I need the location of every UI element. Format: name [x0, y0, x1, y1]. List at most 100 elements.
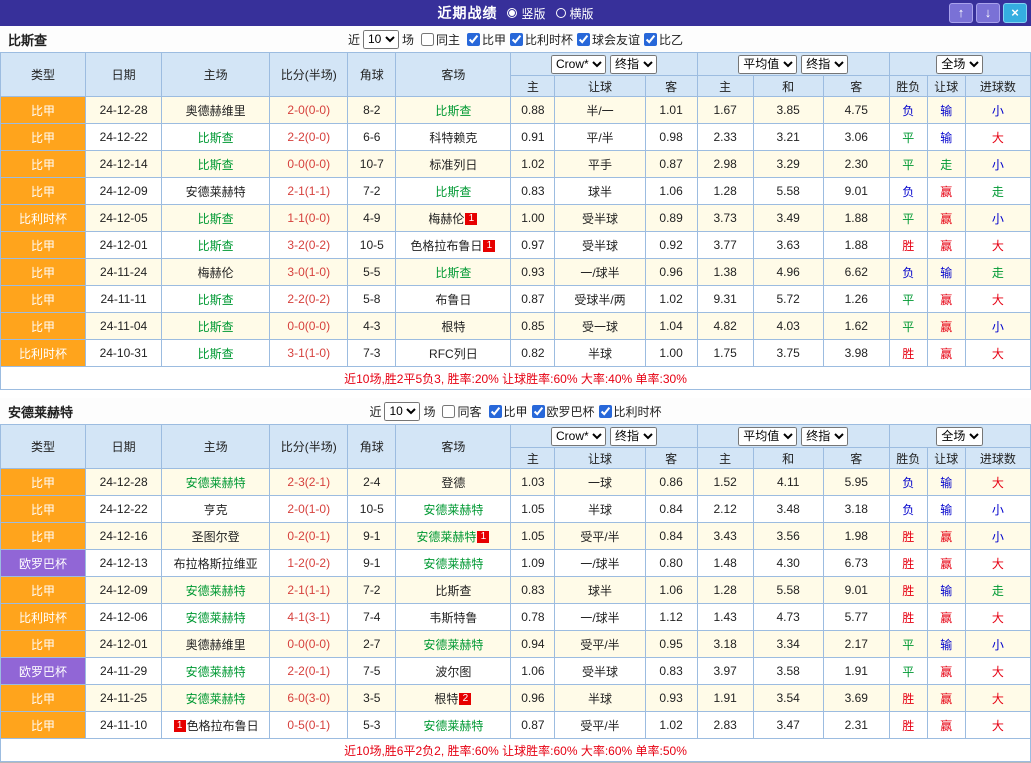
scroll-up-button[interactable]: ↑ [949, 3, 973, 23]
league-filter[interactable]: 比甲 [463, 31, 506, 48]
match-row: 比利时杯24-10-31比斯查3-1(1-0)7-3RFC列日0.82半球1.0… [1, 340, 1031, 367]
same-venue-filter[interactable]: 同客 [438, 403, 481, 420]
odds-source-select[interactable]: Crow* [551, 427, 606, 446]
match-date-cell: 24-12-22 [86, 124, 162, 151]
close-button[interactable]: × [1003, 3, 1027, 23]
result-outcome-cell: 胜 [889, 685, 927, 712]
scroll-down-button[interactable]: ↓ [976, 3, 1000, 23]
avg-draw-cell: 3.29 [753, 151, 823, 178]
corner-cell: 10-5 [348, 496, 396, 523]
team-name: 比斯查 [198, 320, 234, 334]
league-filter[interactable]: 欧罗巴杯 [528, 403, 595, 420]
score-cell: 3-1(1-0) [270, 340, 348, 367]
odds-home-cell: 0.93 [511, 259, 555, 286]
home-team-cell: 奥德赫维里 [162, 631, 270, 658]
match-row: 比甲24-12-16圣图尔登0-2(0-1)9-1安德莱赫特11.05受平/半0… [1, 523, 1031, 550]
avg-away-cell: 9.01 [823, 577, 889, 604]
home-team-cell: 安德莱赫特 [162, 658, 270, 685]
league-checkbox[interactable] [510, 33, 523, 46]
odds-source-select[interactable]: Crow* [551, 55, 606, 74]
team-section: 比斯查 近 10 场 同主 比甲比利时杯球会友谊比乙 类型 [0, 26, 1031, 390]
home-team-cell: 奥德赫维里 [162, 97, 270, 124]
avg-draw-cell: 3.85 [753, 97, 823, 124]
home-team-cell: 比斯查 [162, 340, 270, 367]
avg-away-cell: 5.77 [823, 604, 889, 631]
result-goals-cell: 大 [965, 550, 1030, 577]
result-handicap-cell: 输 [927, 496, 965, 523]
match-row: 比甲24-11-04比斯查0-0(0-0)4-3根特0.85受一球1.044.8… [1, 313, 1031, 340]
match-date-cell: 24-12-05 [86, 205, 162, 232]
corner-cell: 9-1 [348, 523, 396, 550]
team-name: 布拉格斯拉维亚 [174, 557, 258, 571]
league-checkbox[interactable] [644, 33, 657, 46]
avg-final-select[interactable]: 终指 [801, 427, 848, 446]
scope-select[interactable]: 全场 [936, 427, 983, 446]
team-name: 梅赫伦 [428, 212, 464, 226]
result-goals-cell: 小 [965, 523, 1030, 550]
avg-home-cell: 2.33 [697, 124, 753, 151]
result-handicap-cell: 赢 [927, 550, 965, 577]
match-type-cell: 欧罗巴杯 [1, 658, 86, 685]
away-team-cell: 布鲁日 [396, 286, 511, 313]
result-handicap-cell: 赢 [927, 205, 965, 232]
avg-final-select[interactable]: 终指 [801, 55, 848, 74]
match-row: 比甲24-11-11比斯查2-2(0-2)5-8布鲁日0.87受球半/两1.02… [1, 286, 1031, 313]
match-row: 比甲24-12-09安德莱赫特2-1(1-1)7-2比斯查0.83球半1.061… [1, 577, 1031, 604]
team-name: 比斯查 [435, 584, 471, 598]
match-count-select[interactable]: 10 [363, 30, 399, 49]
avg-draw-cell: 4.03 [753, 313, 823, 340]
team-name: RFC列日 [429, 347, 478, 361]
match-date-cell: 24-12-01 [86, 232, 162, 259]
league-checkbox[interactable] [489, 405, 502, 418]
league-filter[interactable]: 比利时杯 [506, 31, 573, 48]
avg-draw-cell: 3.49 [753, 205, 823, 232]
team-name: 安德莱赫特 [423, 503, 483, 517]
titlebar-buttons: ↑ ↓ × [949, 3, 1031, 23]
league-filter[interactable]: 比甲 [485, 403, 528, 420]
avg-away-cell: 2.17 [823, 631, 889, 658]
odds-final-select[interactable]: 终指 [610, 427, 657, 446]
sub-header-odds-away: 客 [645, 76, 697, 97]
match-row: 比甲24-12-28安德莱赫特2-3(2-1)2-4登德1.03一球0.861.… [1, 469, 1031, 496]
same-venue-label: 同客 [457, 403, 481, 420]
summary-stats: 近10场,胜2平5负3, 胜率:20% 让球胜率:60% 大率:40% 单率:3… [1, 367, 1031, 390]
result-handicap-cell: 赢 [927, 340, 965, 367]
league-checkbox[interactable] [467, 33, 480, 46]
scope-select[interactable]: 全场 [936, 55, 983, 74]
league-checkbox[interactable] [599, 405, 612, 418]
odds-home-cell: 0.82 [511, 340, 555, 367]
avg-source-select[interactable]: 平均值 [738, 55, 797, 74]
team-name: 登德 [441, 476, 465, 490]
match-date-cell: 24-11-11 [86, 286, 162, 313]
result-handicap-cell: 赢 [927, 313, 965, 340]
layout-horizontal-radio[interactable]: 横版 [556, 5, 594, 22]
same-venue-checkbox[interactable] [442, 405, 455, 418]
league-filter[interactable]: 比利时杯 [595, 403, 662, 420]
same-venue-checkbox[interactable] [421, 33, 434, 46]
score-cell: 3-2(0-2) [270, 232, 348, 259]
layout-vertical-radio[interactable]: 竖版 [507, 5, 545, 22]
avg-source-select[interactable]: 平均值 [738, 427, 797, 446]
odds-final-select[interactable]: 终指 [610, 55, 657, 74]
sub-header-avg-home: 主 [697, 448, 753, 469]
result-goals-cell: 小 [965, 97, 1030, 124]
league-checkbox[interactable] [577, 33, 590, 46]
match-date-cell: 24-12-01 [86, 631, 162, 658]
league-filter[interactable]: 球会友谊 [573, 31, 640, 48]
result-handicap-cell: 输 [927, 124, 965, 151]
team-name: 比斯查 [198, 131, 234, 145]
match-date-cell: 24-11-29 [86, 658, 162, 685]
result-handicap-cell: 赢 [927, 286, 965, 313]
league-filter[interactable]: 比乙 [640, 31, 683, 48]
score-cell: 2-1(1-1) [270, 577, 348, 604]
league-checkbox[interactable] [532, 405, 545, 418]
matches-table: 类型 日期 主场 比分(半场) 角球 客场 Crow*终指 平均值终指 全场 [0, 52, 1031, 390]
team-name: 安德莱赫特 [186, 665, 246, 679]
match-type-cell: 比甲 [1, 259, 86, 286]
match-count-select[interactable]: 10 [384, 402, 420, 421]
same-venue-filter[interactable]: 同主 [417, 31, 460, 48]
odds-away-cell: 0.87 [645, 151, 697, 178]
home-team-cell: 梅赫伦 [162, 259, 270, 286]
away-team-cell: 登德 [396, 469, 511, 496]
match-type-cell: 比甲 [1, 232, 86, 259]
